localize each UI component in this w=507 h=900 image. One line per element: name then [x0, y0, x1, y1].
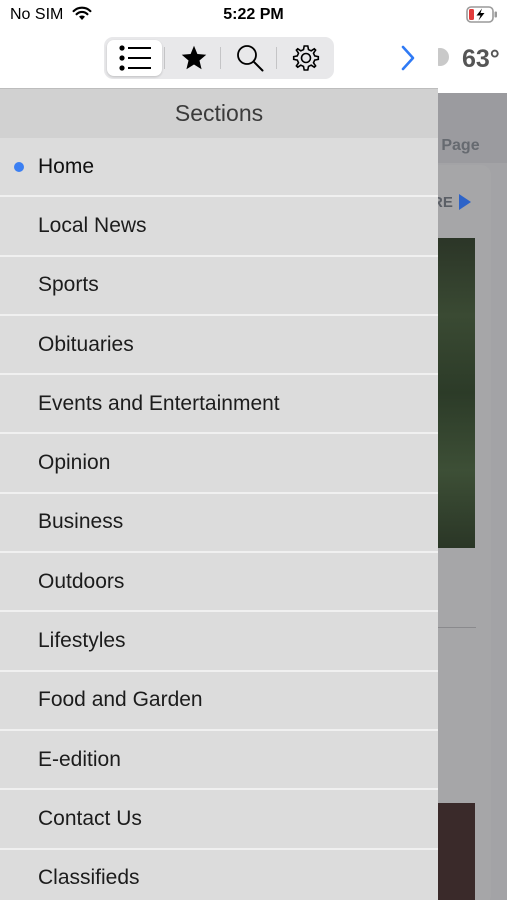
- star-icon: [181, 45, 207, 70]
- section-item-classifieds[interactable]: Classifieds: [0, 849, 438, 900]
- section-item-label: Classifieds: [38, 866, 140, 890]
- section-item-label: Obituaries: [38, 332, 134, 356]
- sections-panel: Sections Home Local News Sports Obituari…: [0, 0, 438, 900]
- section-item-lifestyles[interactable]: Lifestyles: [0, 612, 438, 672]
- section-item-home[interactable]: Home: [0, 138, 438, 198]
- segment-divider: [220, 47, 221, 69]
- section-item-label: Contact Us: [38, 806, 142, 830]
- section-list: Home Local News Sports Obituaries Events…: [0, 138, 438, 900]
- background-divider: [432, 627, 476, 628]
- section-item-e-edition[interactable]: E-edition: [0, 730, 438, 791]
- gear-icon: [292, 45, 320, 71]
- sections-header: Sections: [0, 88, 438, 138]
- chevron-right-icon: [401, 45, 415, 71]
- section-item-label: Local News: [38, 213, 147, 237]
- section-item-label: Outdoors: [38, 569, 125, 593]
- list-icon: [118, 45, 151, 71]
- segment-divider: [276, 47, 277, 69]
- section-item-outdoors[interactable]: Outdoors: [0, 553, 438, 613]
- search-tab[interactable]: [222, 40, 278, 76]
- sections-tab[interactable]: [107, 40, 162, 76]
- section-item-label: Home: [38, 154, 95, 178]
- active-indicator-dot: [14, 161, 24, 172]
- temperature-label: 63°: [462, 45, 500, 73]
- section-item-label: Business: [38, 510, 124, 534]
- section-item-events-and-entertainment[interactable]: Events and Entertainment: [0, 375, 438, 435]
- section-item-label: Events and Entertainment: [38, 391, 280, 415]
- section-item-opinion[interactable]: Opinion: [0, 434, 438, 494]
- section-item-obituaries[interactable]: Obituaries: [0, 315, 438, 376]
- sections-title: Sections: [174, 100, 264, 126]
- next-button[interactable]: [396, 42, 420, 74]
- favorites-tab[interactable]: [166, 40, 222, 76]
- section-item-local-news[interactable]: Local News: [0, 197, 438, 257]
- section-item-label: E-edition: [38, 747, 121, 771]
- section-item-food-and-garden[interactable]: Food and Garden: [0, 671, 438, 731]
- play-arrow-icon: [459, 194, 471, 210]
- section-item-business[interactable]: Business: [0, 493, 438, 554]
- section-item-sports[interactable]: Sports: [0, 256, 438, 316]
- clock-label: 5:22 PM: [223, 6, 284, 23]
- status-bar: No SIM 5:22 PM: [0, 0, 507, 30]
- background-photo-2: [432, 803, 475, 900]
- battery-charging-icon: [466, 6, 497, 23]
- settings-tab[interactable]: [278, 40, 334, 76]
- section-item-label: Opinion: [38, 451, 111, 475]
- section-item-label: Sports: [38, 273, 99, 297]
- section-item-label: Food and Garden: [38, 688, 203, 712]
- section-item-contact-us[interactable]: Contact Us: [0, 790, 438, 850]
- segment-divider: [164, 47, 165, 69]
- section-item-label: Lifestyles: [38, 629, 126, 653]
- segmented-control: [104, 37, 334, 79]
- search-icon: [237, 45, 264, 72]
